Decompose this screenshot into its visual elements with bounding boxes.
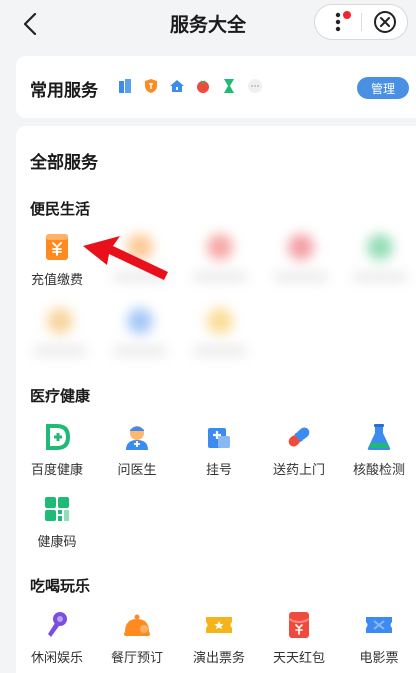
house-icon	[168, 77, 186, 95]
service-health-code[interactable]: 健康码	[17, 494, 97, 556]
service-label: 休闲娱乐	[30, 651, 83, 666]
movie-ticket-icon	[364, 610, 394, 640]
service-obscured-6[interactable]	[100, 306, 180, 368]
service-show-tickets[interactable]: 演出票务	[179, 610, 259, 672]
microphone-icon	[42, 610, 72, 640]
service-obscured-3[interactable]	[261, 232, 341, 294]
obscured-label	[33, 346, 87, 356]
doctor-icon	[122, 422, 152, 452]
registration-icon	[204, 422, 234, 452]
obscured-label	[353, 272, 407, 282]
common-services-card: 常用服务 管理	[16, 56, 416, 118]
service-obscured-2[interactable]	[180, 232, 260, 294]
health-code-icon	[42, 494, 72, 524]
service-movie-tickets[interactable]: 电影票	[339, 610, 416, 672]
obscured-label	[113, 346, 167, 356]
service-leisure[interactable]: 休闲娱乐	[17, 610, 97, 672]
service-label: 问医生	[117, 463, 157, 478]
common-services-title: 常用服务	[30, 81, 98, 101]
more-circle-icon	[246, 77, 264, 95]
service-label: 挂号	[205, 463, 232, 478]
service-label: 健康码	[37, 535, 77, 550]
service-label: 餐厅预订	[110, 651, 163, 666]
obscured-icon	[286, 232, 316, 262]
red-arrow-annotation	[83, 236, 168, 280]
flask-icon	[364, 422, 394, 452]
section-title-life: 便民生活	[30, 200, 91, 218]
service-red-packet[interactable]: 天天红包	[259, 610, 339, 672]
hourglass-icon	[220, 77, 238, 95]
red-packet-icon	[284, 610, 314, 640]
obscured-icon	[45, 306, 75, 336]
service-label: 天天红包	[272, 651, 325, 666]
manage-button[interactable]: 管理	[357, 77, 409, 99]
obscured-icon	[205, 306, 235, 336]
obscured-label	[193, 346, 247, 356]
service-label: 送药上门	[272, 463, 325, 478]
all-services-title: 全部服务	[30, 153, 98, 173]
building-icon	[116, 77, 134, 95]
shield-icon	[142, 77, 160, 95]
service-restaurant[interactable]: 餐厅预订	[97, 610, 177, 672]
service-nucleic-test[interactable]: 核酸检测	[339, 422, 416, 484]
service-medicine-delivery[interactable]: 送药上门	[259, 422, 339, 484]
section-title-medical: 医疗健康	[30, 387, 91, 405]
obscured-icon	[365, 232, 395, 262]
service-ask-doctor[interactable]: 问医生	[97, 422, 177, 484]
obscured-label	[274, 272, 328, 282]
all-services-card: 全部服务 便民生活 充值缴费 医疗健康 百度健康 问医生 挂号 送药上门 核酸检…	[16, 126, 416, 673]
more-dots-icon	[335, 12, 341, 32]
tomato-icon	[194, 77, 212, 95]
service-obscured-4[interactable]	[340, 232, 416, 294]
more-button[interactable]	[315, 5, 361, 39]
close-circle-icon	[373, 11, 396, 33]
health-d-icon	[42, 422, 72, 452]
food-cover-icon	[122, 610, 152, 640]
recharge-icon	[42, 232, 72, 262]
service-baidu-health[interactable]: 百度健康	[17, 422, 97, 484]
section-title-fun: 吃喝玩乐	[30, 577, 91, 595]
obscured-label	[193, 272, 247, 282]
obscured-icon	[125, 306, 155, 336]
close-button[interactable]	[362, 5, 407, 39]
service-obscured-7[interactable]	[180, 306, 260, 368]
title-bar: 服务大全	[0, 0, 416, 48]
service-label: 充值缴费	[30, 273, 83, 288]
pill-icon	[284, 422, 314, 452]
service-label: 电影票	[359, 651, 399, 666]
service-label: 核酸检测	[352, 463, 405, 478]
service-registration[interactable]: 挂号	[179, 422, 259, 484]
obscured-icon	[205, 232, 235, 262]
common-services-icons[interactable]	[116, 77, 264, 95]
notification-dot	[343, 11, 351, 19]
service-label: 演出票务	[192, 651, 245, 666]
ticket-icon	[204, 610, 234, 640]
mini-program-capsule	[314, 4, 408, 40]
service-label: 百度健康	[30, 463, 83, 478]
service-obscured-5[interactable]	[20, 306, 100, 368]
